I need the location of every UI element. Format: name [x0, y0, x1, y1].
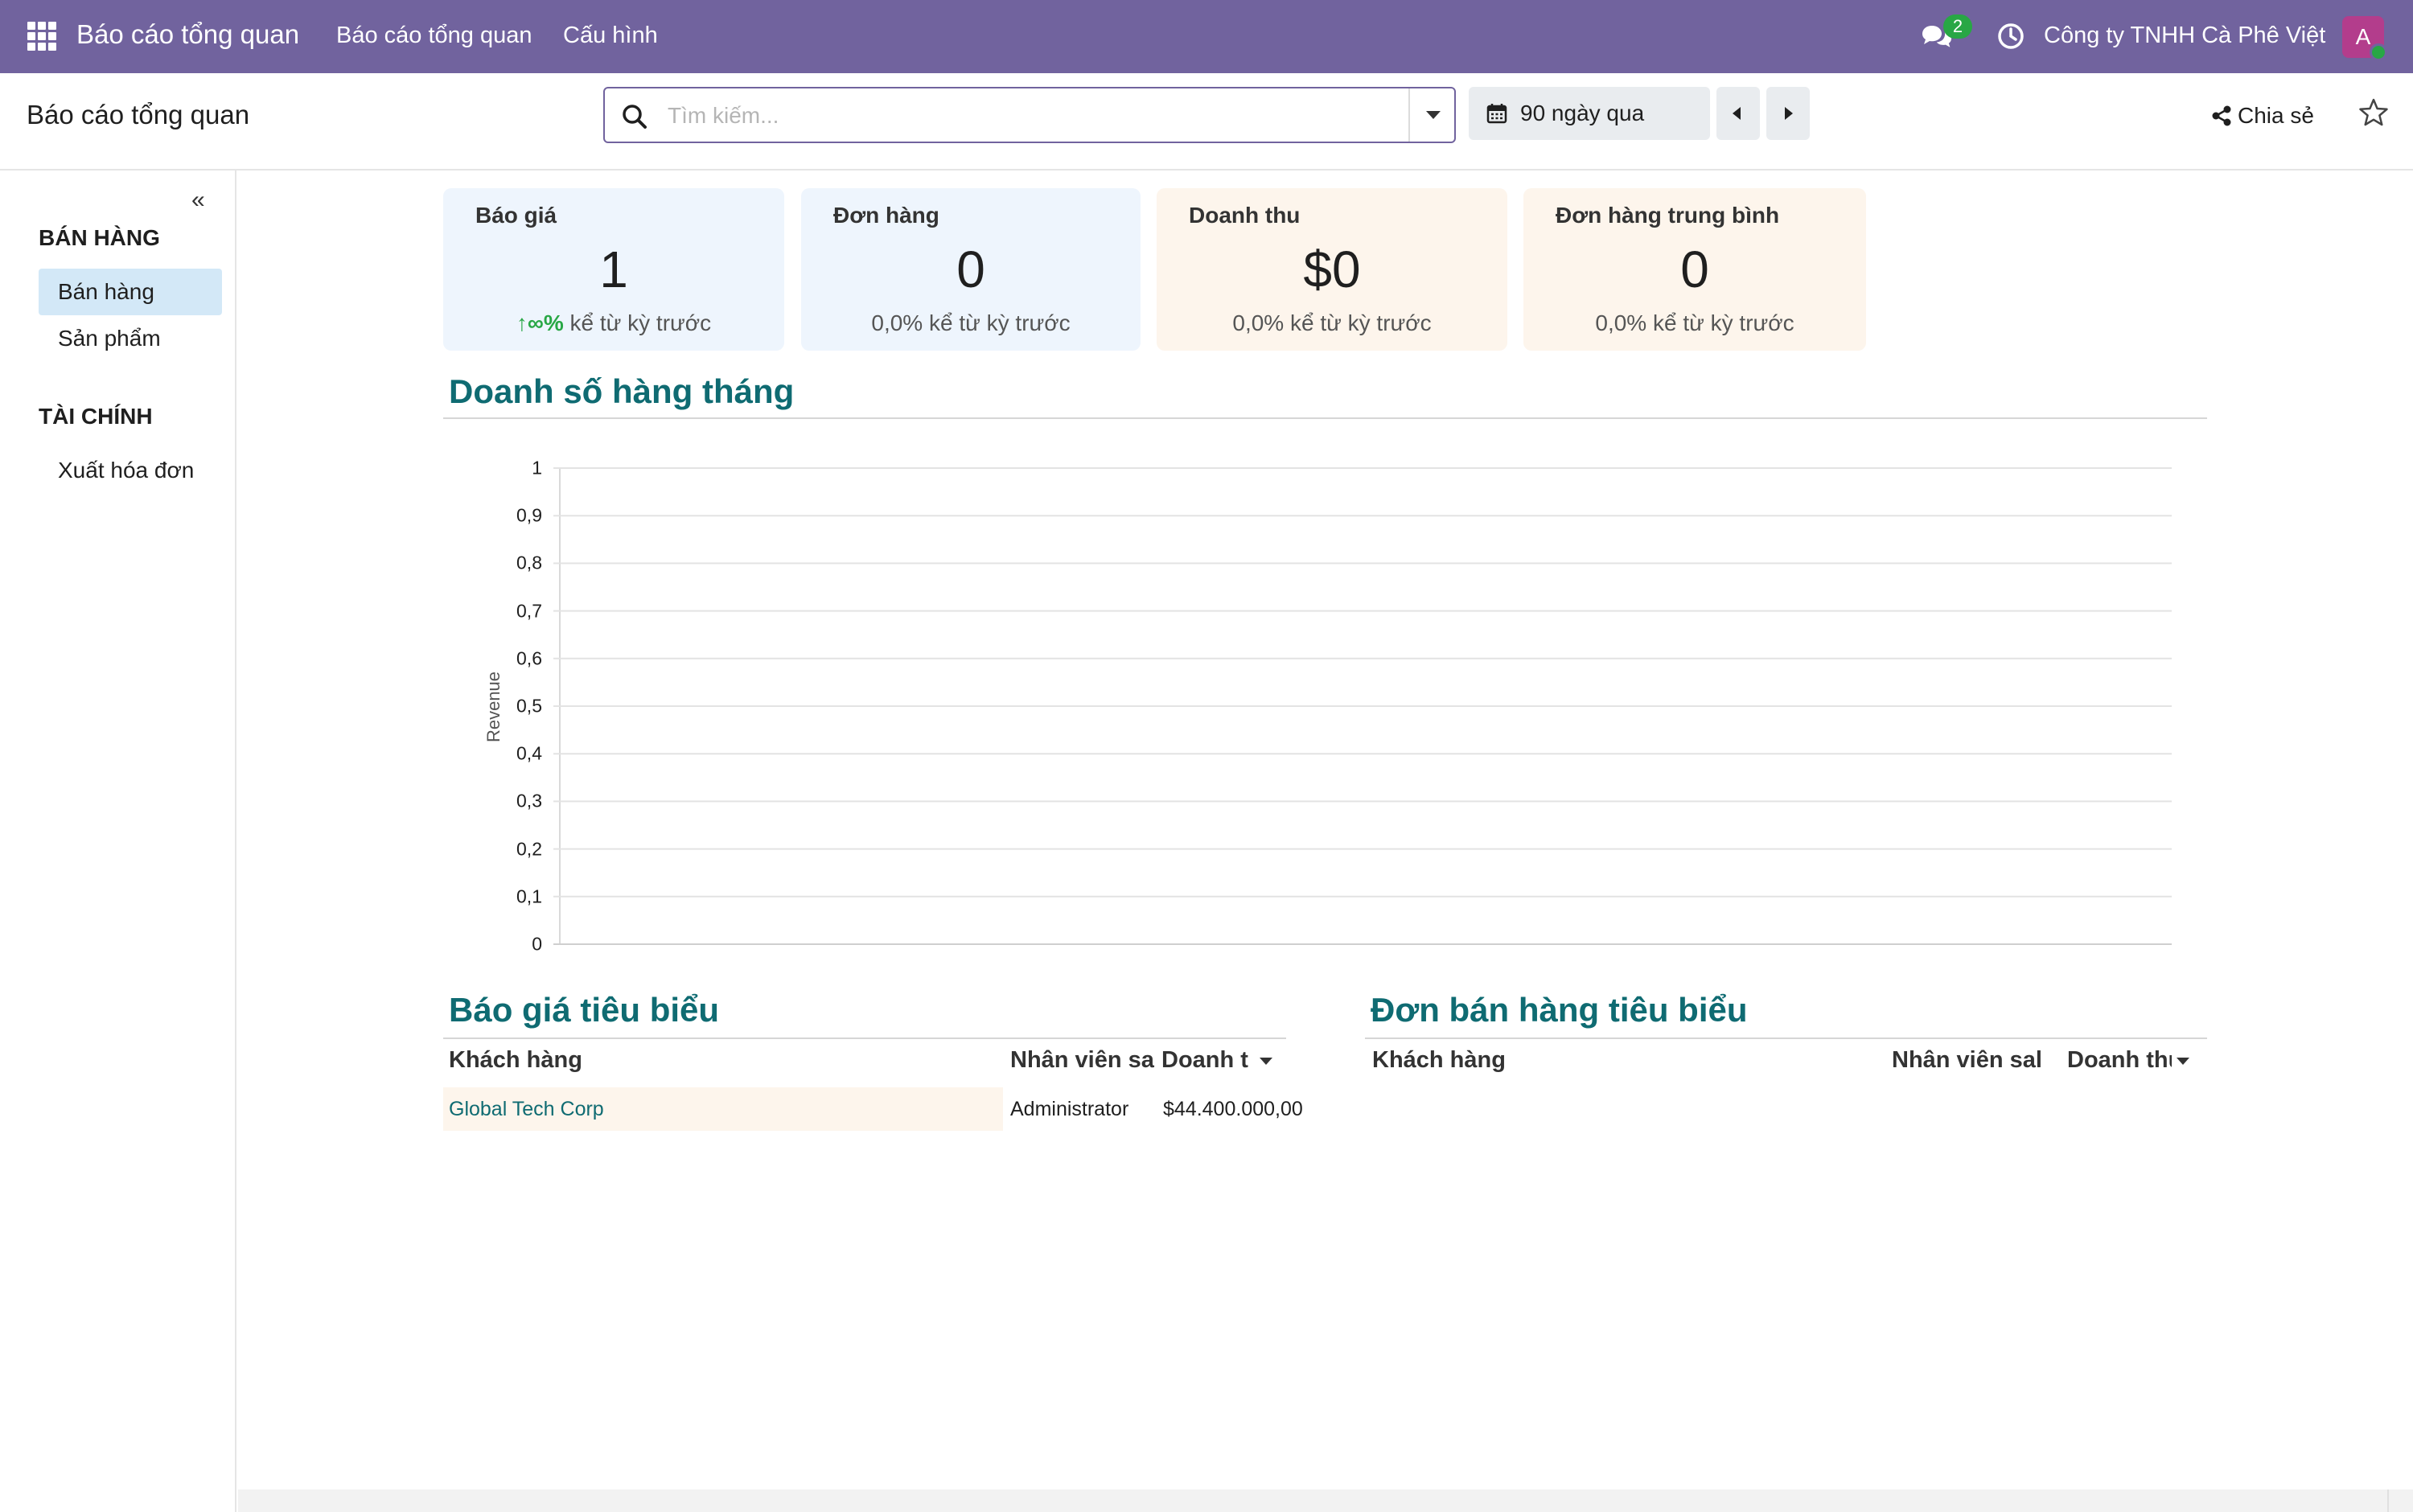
table-cell-salesperson: Administrator [1010, 1098, 1129, 1120]
section-heading-top-quotes: Báo giá tiêu biểu [449, 991, 720, 1029]
y-tick-label: 0,4 [516, 742, 542, 764]
y-tick-label: 0,6 [516, 647, 542, 669]
scrollbar-corner [2387, 1489, 2411, 1512]
section-divider [443, 1037, 1286, 1039]
y-tick-label: 0,7 [516, 600, 542, 622]
y-tick-label: 0,3 [516, 790, 542, 811]
table-cell-revenue: $44.400.000,00 [1163, 1098, 1303, 1120]
y-tick-label: 1 [532, 457, 542, 479]
column-header-label: Doanh t [1161, 1047, 1248, 1073]
sort-caret-icon [2177, 1057, 2189, 1065]
horizontal-scrollbar[interactable] [238, 1489, 2413, 1512]
section-divider [1365, 1037, 2207, 1039]
column-header-customer[interactable]: Khách hàng [449, 1047, 964, 1074]
column-header-revenue[interactable]: Doanh t [1161, 1047, 1282, 1074]
column-header-label: Doanh thu [2067, 1047, 2172, 1073]
y-tick-label: 0,2 [516, 838, 542, 860]
y-tick-label: 0,8 [516, 552, 542, 573]
column-header-revenue[interactable]: Doanh thu [2067, 1047, 2201, 1074]
y-tick-label: 0,9 [516, 504, 542, 526]
y-tick-label: 0 [532, 933, 542, 955]
table-cell-customer[interactable]: Global Tech Corp [449, 1098, 604, 1121]
monthly-sales-chart [553, 467, 2172, 945]
sort-caret-icon [1260, 1057, 1272, 1065]
y-tick-label: 0,5 [516, 695, 542, 717]
y-tick-label: 0,1 [516, 885, 542, 907]
column-header-customer[interactable]: Khách hàng [1372, 1047, 1774, 1074]
section-heading-top-orders: Đơn bán hàng tiêu biểu [1371, 991, 1748, 1029]
column-header-salesperson[interactable]: Nhân viên sal [1892, 1047, 2049, 1074]
column-header-salesperson[interactable]: Nhân viên sa [1010, 1047, 1158, 1074]
